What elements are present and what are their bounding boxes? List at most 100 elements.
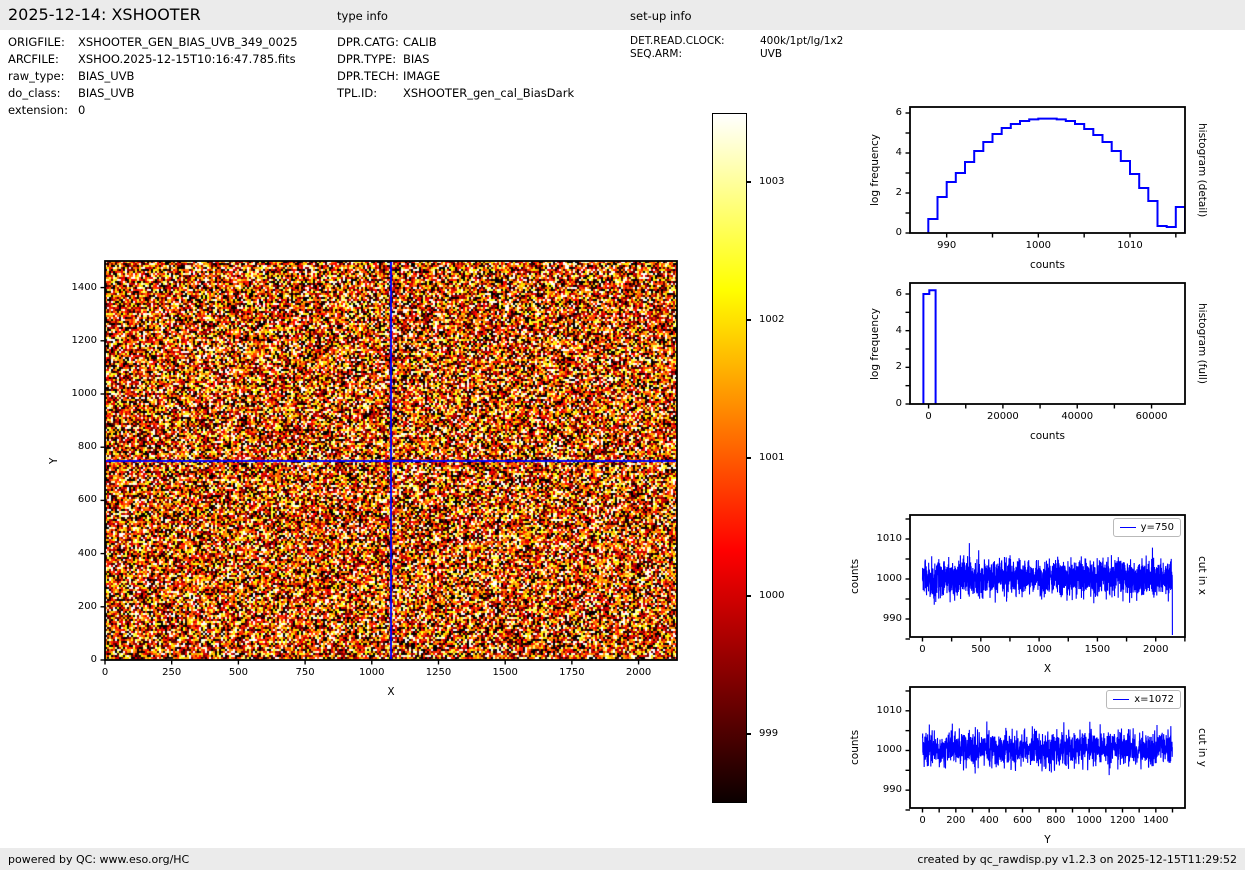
axes-frame [909, 282, 1186, 405]
header-bar: 2025-12-14: XSHOOTER type info set-up in… [0, 0, 1245, 30]
x-tick-label: 0 [925, 411, 932, 422]
type-info-row: TPL.ID: XSHOOTER_gen_cal_BiasDark [337, 85, 574, 102]
colorbar-tick-label: 1003 [759, 176, 785, 187]
x-tick-label: 1250 [425, 667, 452, 678]
colorbar-tick [747, 181, 751, 183]
colorbar-tick [747, 595, 751, 597]
type-info-row: DPR.TECH: IMAGE [337, 68, 574, 85]
x-tick-label: 1010 [1117, 240, 1143, 251]
type-info-row: DPR.CATG: CALIB [337, 34, 574, 51]
page-title: 2025-12-14: XSHOOTER [8, 5, 201, 24]
x-tick-label: 2000 [625, 667, 652, 678]
right-axis-label: cut in x [1196, 556, 1208, 596]
field-value: CALIB [403, 35, 437, 49]
axes-frame [909, 106, 1186, 234]
right-axis-label: cut in y [1196, 727, 1208, 767]
setup-info-heading: set-up info [630, 9, 692, 23]
colorbar-tick [747, 457, 751, 459]
field-value: BIAS_UVB [78, 86, 135, 100]
x-axis-label: counts [1029, 259, 1066, 271]
cut-line [921, 721, 1173, 776]
colorbar-tick-label: 1002 [759, 314, 785, 325]
field-value: BIAS [403, 52, 430, 66]
x-tick-label: 990 [937, 240, 957, 251]
legend-line-sample [1119, 527, 1136, 528]
legend: y=750 [1112, 518, 1181, 537]
cut-x-data [921, 543, 1173, 636]
x-tick-label: 500 [228, 667, 248, 678]
footer-right-text: created by qc_rawdisp.py v1.2.3 on 2025-… [917, 852, 1237, 866]
colorbar-tick-label: 1001 [759, 452, 785, 463]
x-tick-label: 1500 [492, 667, 518, 678]
setup-info-row: SEQ.ARM: UVB [630, 48, 843, 61]
field-value: XSHOOTER_gen_cal_BiasDark [403, 86, 575, 100]
setup-info-row: DET.READ.CLOCK: 400k/1pt/lg/1x2 [630, 35, 843, 48]
type-info-row: DPR.TYPE: BIAS [337, 51, 574, 68]
legend-label: y=750 [1140, 522, 1174, 533]
field-label: ORIGFILE: [8, 35, 65, 49]
x-tick-label: 1500 [1084, 644, 1111, 655]
x-axis-label: X [387, 686, 395, 698]
y-axis-label: counts [849, 729, 861, 766]
hist-detail-plot [905, 106, 1186, 238]
x-tick-label: 500 [971, 644, 991, 655]
file-info-row: raw_type: BIAS_UVB [8, 68, 298, 85]
y-tick-label: 990 [882, 784, 902, 796]
y-tick-label: 1010 [876, 704, 902, 716]
histogram-step-line [927, 117, 1185, 233]
field-label: do_class: [8, 86, 61, 100]
y-tick-label: 1000 [876, 744, 902, 756]
field-label: SEQ.ARM: [630, 48, 682, 60]
footer-bar: powered by QC: www.eso.org/HC created by… [0, 848, 1245, 870]
x-tick-label: 0 [919, 644, 926, 655]
file-info-row: ARCFILE: XSHOO.2025-12-15T10:16:47.785.fi… [8, 51, 298, 68]
x-axis-label: counts [1029, 430, 1066, 442]
y-axis-label: Y [48, 457, 60, 464]
x-tick-label: 1000 [1026, 644, 1052, 655]
y-axis-label: log frequency [869, 307, 881, 380]
field-value: XSHOO.2025-12-15T10:16:47.785.fits [78, 52, 296, 66]
field-value: UVB [760, 48, 783, 60]
file-info-block: ORIGFILE: XSHOOTER_GEN_BIAS_UVB_349_0025 … [8, 34, 298, 119]
x-tick-label: 1750 [559, 667, 585, 678]
colorbar-tick-label: 999 [759, 728, 779, 739]
right-axis-label: histogram (detail) [1196, 122, 1208, 218]
x-tick-label: 1400 [1143, 815, 1169, 826]
x-tick-label: 2000 [1142, 644, 1169, 655]
x-axis-label: X [1043, 663, 1052, 675]
axes-frame [104, 260, 678, 661]
field-label: raw_type: [8, 69, 65, 83]
colorbar-tick [747, 733, 751, 735]
cut-line [921, 543, 1173, 636]
y-tick-label: 1000 [876, 573, 902, 584]
main-image-plot [100, 260, 678, 665]
x-axis-label: Y [1044, 834, 1051, 846]
x-tick-label: 40000 [1061, 411, 1094, 422]
y-axis-label: log frequency [869, 134, 881, 207]
hist-full-plot [905, 282, 1186, 409]
x-tick-label: 1000 [359, 667, 385, 678]
legend-line-sample [1113, 699, 1130, 700]
footer-left-text: powered by QC: www.eso.org/HC [8, 852, 190, 866]
legend: x=1072 [1106, 690, 1181, 709]
field-label: ARCFILE: [8, 52, 59, 66]
hist-detail-data [927, 117, 1185, 233]
x-tick-label: 20000 [986, 411, 1019, 422]
type-info-block: DPR.CATG: CALIB DPR.TYPE: BIAS DPR.TECH: IM… [337, 34, 574, 102]
x-tick-label: 750 [295, 667, 315, 678]
cut-y-data [921, 721, 1173, 776]
colorbar-tick-label: 1000 [759, 590, 785, 601]
colorbar-tick [747, 319, 751, 321]
y-tick-label: 990 [882, 613, 902, 624]
colorbar [712, 113, 747, 803]
field-value: 400k/1pt/lg/1x2 [760, 35, 844, 47]
right-axis-label: histogram (full) [1196, 303, 1208, 384]
field-label: DPR.TYPE: [337, 52, 397, 66]
field-value: BIAS_UVB [78, 69, 135, 83]
field-label: TPL.ID: [337, 86, 378, 100]
hist-full-data [922, 289, 937, 404]
field-value: XSHOOTER_GEN_BIAS_UVB_349_0025 [78, 35, 298, 49]
x-tick-label: 250 [162, 667, 182, 678]
histogram-step-line [922, 289, 937, 404]
y-axis-label: counts [849, 558, 861, 594]
